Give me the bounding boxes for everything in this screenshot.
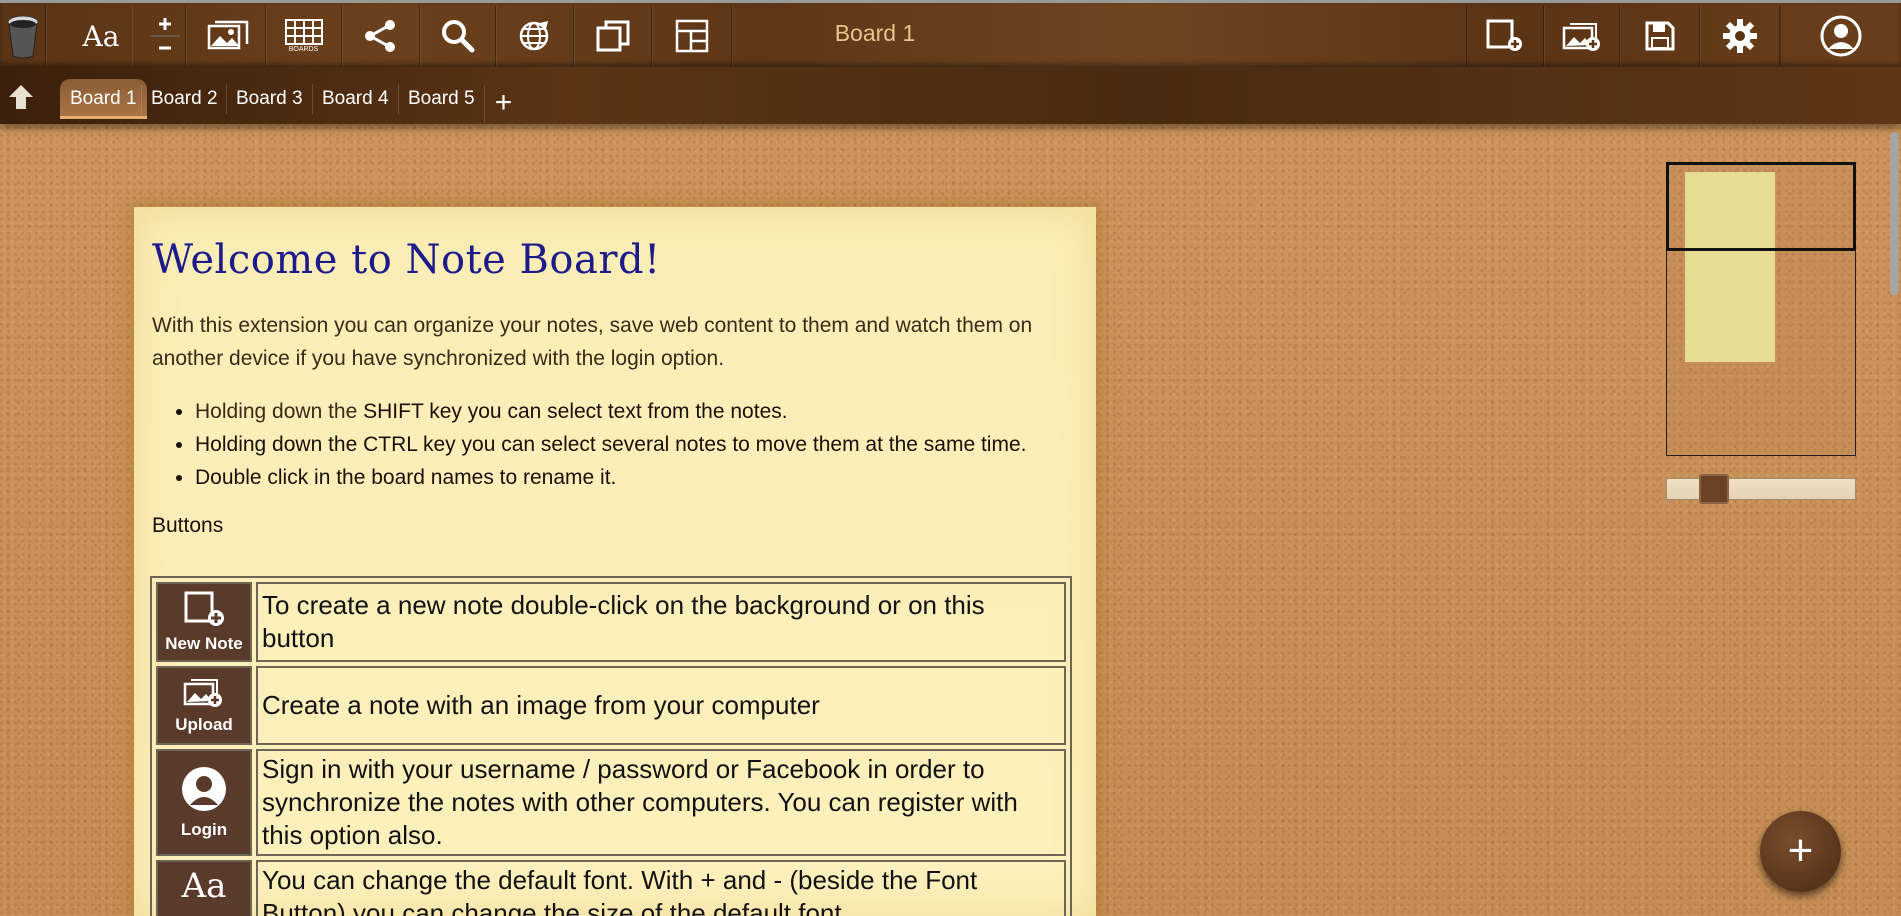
tab-board-2[interactable]: Board 2 [141,79,228,119]
upload-image-icon [1562,23,1600,51]
layout-icon [675,19,708,53]
note-intro: With this extension you can organize you… [152,314,1033,370]
layout-button[interactable] [652,6,732,66]
font-help-icon: Aa [156,860,252,916]
new-note-icon [184,591,224,626]
note-title: Welcome to Note Board! [152,237,661,283]
trash-button[interactable] [0,6,46,66]
user-button[interactable] [1780,6,1901,66]
board-minimap[interactable] [1666,162,1856,456]
share-button[interactable] [342,6,420,66]
search-button[interactable] [420,6,496,66]
add-note-fab[interactable]: + [1760,811,1841,892]
list-item: Holding down the CTRL key you can select… [195,428,1078,461]
tab-board-4[interactable]: Board 4 [312,79,399,119]
font-button[interactable]: Aa [70,6,132,66]
buttons-table: New Note To create a new note double-cli… [150,576,1072,916]
user-icon [182,767,226,811]
share-icon [364,20,395,52]
new-note-help-icon: New Note [156,582,252,662]
row-description: You can change the default font. With + … [256,860,1066,916]
images-button[interactable] [188,6,266,66]
icon-caption: Upload [175,715,233,734]
boards-button[interactable]: BOARDS [266,6,342,66]
top-toolbar: Aa BOARDS Board 1 [0,0,1901,67]
up-arrow-button[interactable] [6,82,36,117]
icon-caption: Login [180,820,228,839]
upload-help-icon: Upload [156,666,252,745]
boards-caption: BOARDS [288,46,319,53]
row-description: Sign in with your username / password or… [256,749,1066,856]
login-help-icon: Login [156,749,252,856]
font-size-icon [149,18,180,50]
font-icon: Aa [181,866,227,906]
vertical-scrollbar[interactable] [1887,124,1901,916]
tip-text: Holding down the [195,400,364,423]
save-icon [1645,21,1674,51]
new-note-button[interactable] [1466,6,1544,66]
up-arrow-icon [9,85,33,109]
settings-button[interactable] [1700,6,1780,66]
list-item: Double click in the board names to renam… [195,461,1078,494]
welcome-note[interactable]: Welcome to Note Board! With this extensi… [134,207,1096,916]
tip-text-emphasis: SHIFT key you can select text from the n… [363,400,788,423]
row-description: To create a new note double-click on the… [256,582,1066,662]
zoom-slider-handle[interactable] [1699,474,1729,504]
upload-image-button[interactable] [1544,6,1620,66]
tab-board-3[interactable]: Board 3 [226,79,313,119]
tab-board-1[interactable]: Board 1 [60,79,147,119]
table-row: Upload Create a note with an image from … [156,666,1066,745]
board-title: Board 1 [834,20,916,46]
tips-list: Holding down the SHIFT key you can selec… [195,395,1078,494]
save-button[interactable] [1620,6,1700,66]
tab-board-5[interactable]: Board 5 [398,79,485,119]
upload-image-icon [183,679,222,707]
board-tabs: Board 1 Board 2 Board 3 Board 4 Board 5 … [0,67,1901,124]
globe-button[interactable] [496,6,574,66]
icon-caption: New Note [165,633,243,653]
table-row: Aa You can change the default font. With… [156,860,1066,916]
globe-icon [519,21,548,51]
windows-icon [596,20,629,52]
user-icon [1820,15,1862,57]
tip-text-emphasis: Holding down the CTRL key you can select… [195,433,1027,456]
minimap-viewport[interactable] [1666,162,1856,251]
boards-icon [284,19,323,45]
windows-button[interactable] [574,6,652,66]
list-item: Holding down the SHIFT key you can selec… [195,395,1078,428]
table-row: Login Sign in with your username / passw… [156,749,1066,856]
font-size-button[interactable] [144,6,186,66]
font-icon: Aa [82,19,120,53]
new-note-icon [1486,19,1522,51]
settings-icon [1722,19,1757,53]
row-description: Create a note with an image from your co… [256,666,1066,745]
zoom-slider[interactable] [1666,474,1856,504]
images-icon [207,20,248,50]
table-row: New Note To create a new note double-cli… [156,582,1066,662]
buttons-heading: Buttons [152,514,224,537]
scrollbar-thumb[interactable] [1890,132,1899,295]
trash-icon [7,15,38,59]
search-icon [441,20,474,53]
tip-text-emphasis: Double click in the board names to renam… [195,466,617,489]
add-board-button[interactable]: + [484,85,522,123]
